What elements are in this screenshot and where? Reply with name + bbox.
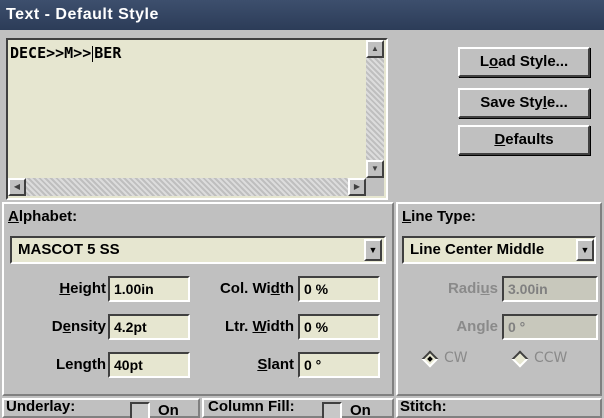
alphabet-select[interactable]: MASCOT 5 SS [10,236,386,264]
column-fill-checkbox[interactable] [322,402,342,418]
column-fill-on-label: On [350,402,371,418]
defaults-button[interactable]: Defaults [458,125,590,155]
scroll-down-arrow-icon[interactable]: ▼ [366,160,384,178]
col-width-field[interactable]: 0 % [298,276,380,302]
chevron-down-icon[interactable]: ▼ [364,239,382,261]
ltr-width-field[interactable]: 0 % [298,314,380,340]
scroll-right-arrow-icon[interactable]: ▶ [348,178,366,196]
density-label: Density [51,318,106,335]
radius-field[interactable]: 3.00in [502,276,598,302]
save-style-button[interactable]: Save Style... [458,88,590,118]
slant-label: Slant [257,356,294,373]
radius-label: Radius [447,280,498,297]
column-fill-label: Column Fill: [208,398,295,415]
stitch-label: Stitch: [400,398,447,415]
scroll-up-arrow-icon[interactable]: ▲ [366,40,384,58]
density-field[interactable]: 4.2pt [108,314,190,340]
line-type-select[interactable]: Line Center Middle [402,236,596,264]
underlay-checkbox[interactable] [130,402,150,418]
height-field[interactable]: 1.00in [108,276,190,302]
angle-field[interactable]: 0 ° [502,314,598,340]
line-type-label: Line Type: [402,208,476,225]
scroll-left-arrow-icon[interactable]: ◀ [8,178,26,196]
chevron-down-icon[interactable]: ▼ [576,239,594,261]
text-editor-content[interactable]: DECE>>M>> BER [10,44,121,62]
col-width-label: Col. Width [219,280,294,297]
window-title-bar[interactable]: Text - Default Style [0,0,604,30]
horizontal-scrollbar[interactable] [8,178,366,196]
ccw-label: CCW [534,350,568,366]
length-label: Length [56,356,106,373]
text-editor[interactable] [6,38,388,200]
scroll-corner [366,178,384,196]
underlay-label: Underlay: [6,398,76,415]
ltr-width-label: Ltr. Width [224,318,294,335]
load-style-button[interactable]: Load Style... [458,47,590,77]
slant-field[interactable]: 0 ° [298,352,380,378]
angle-label: Angle [456,318,498,335]
length-field[interactable]: 40pt [108,352,190,378]
underlay-on-label: On [158,402,179,418]
alphabet-label: Alphabet: [8,208,78,225]
height-label: Height [59,280,106,297]
window-title: Text - Default Style [6,6,159,23]
vertical-scrollbar[interactable] [366,40,384,178]
cw-label: CW [444,350,468,366]
